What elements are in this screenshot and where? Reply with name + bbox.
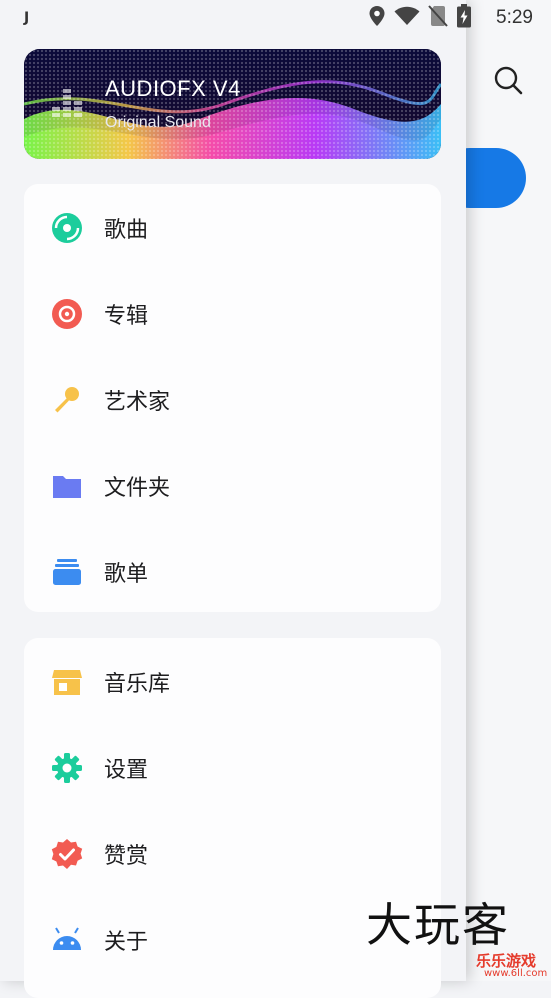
menu-label-donate: 赞赏 xyxy=(104,844,149,869)
menu-item-folders[interactable]: 文件夹 xyxy=(24,443,441,529)
menu-item-playlists[interactable]: 歌单 xyxy=(24,529,441,615)
location-icon xyxy=(368,5,386,31)
wifi-icon xyxy=(394,6,420,30)
navigation-drawer: AUDIOFX V4 Original Sound 歌曲 专辑 艺术家 文件夹 … xyxy=(0,0,466,998)
menu-item-songs[interactable]: 歌曲 xyxy=(24,185,441,271)
menu-label-playlists: 歌单 xyxy=(104,562,149,587)
menu-label-albums: 专辑 xyxy=(104,304,149,329)
playlist-stack-icon xyxy=(50,555,84,589)
status-time: 5:29 xyxy=(496,7,533,28)
gear-icon xyxy=(50,751,84,785)
primary-menu-card: 歌曲 专辑 艺术家 文件夹 歌单 xyxy=(24,184,441,612)
album-disc-icon xyxy=(50,297,84,331)
microphone-icon xyxy=(50,383,84,417)
menu-item-donate[interactable]: 赞赏 xyxy=(24,811,441,897)
menu-label-library: 音乐库 xyxy=(104,672,171,697)
android-icon xyxy=(50,923,84,957)
status-icons xyxy=(368,4,472,32)
no-sim-icon xyxy=(428,5,448,31)
store-icon xyxy=(50,665,84,699)
menu-item-albums[interactable]: 专辑 xyxy=(24,271,441,357)
banner-background-art xyxy=(24,49,441,159)
folder-icon xyxy=(50,469,84,503)
song-disc-icon xyxy=(50,211,84,245)
menu-label-artists: 艺术家 xyxy=(104,390,171,415)
menu-label-folders: 文件夹 xyxy=(104,476,171,501)
status-indicator: J xyxy=(24,10,30,26)
battery-charging-icon xyxy=(456,4,472,32)
menu-label-songs: 歌曲 xyxy=(104,218,149,243)
menu-item-library[interactable]: 音乐库 xyxy=(24,639,441,725)
menu-label-about: 关于 xyxy=(104,930,149,955)
search-icon[interactable] xyxy=(490,62,526,98)
app-banner: AUDIOFX V4 Original Sound xyxy=(24,49,441,159)
banner-subtitle: Original Sound xyxy=(105,114,211,131)
verified-badge-icon xyxy=(50,837,84,871)
status-bar: J 5:29 xyxy=(0,0,551,36)
menu-item-settings[interactable]: 设置 xyxy=(24,725,441,811)
site-watermark: 大玩客 乐乐游戏 www.6ll.com xyxy=(366,898,547,979)
watermark-url: www.6ll.com xyxy=(484,968,548,979)
menu-label-settings: 设置 xyxy=(104,758,149,783)
menu-item-artists[interactable]: 艺术家 xyxy=(24,357,441,443)
banner-title: AUDIOFX V4 xyxy=(105,76,241,101)
watermark-main: 大玩客 xyxy=(366,898,510,952)
